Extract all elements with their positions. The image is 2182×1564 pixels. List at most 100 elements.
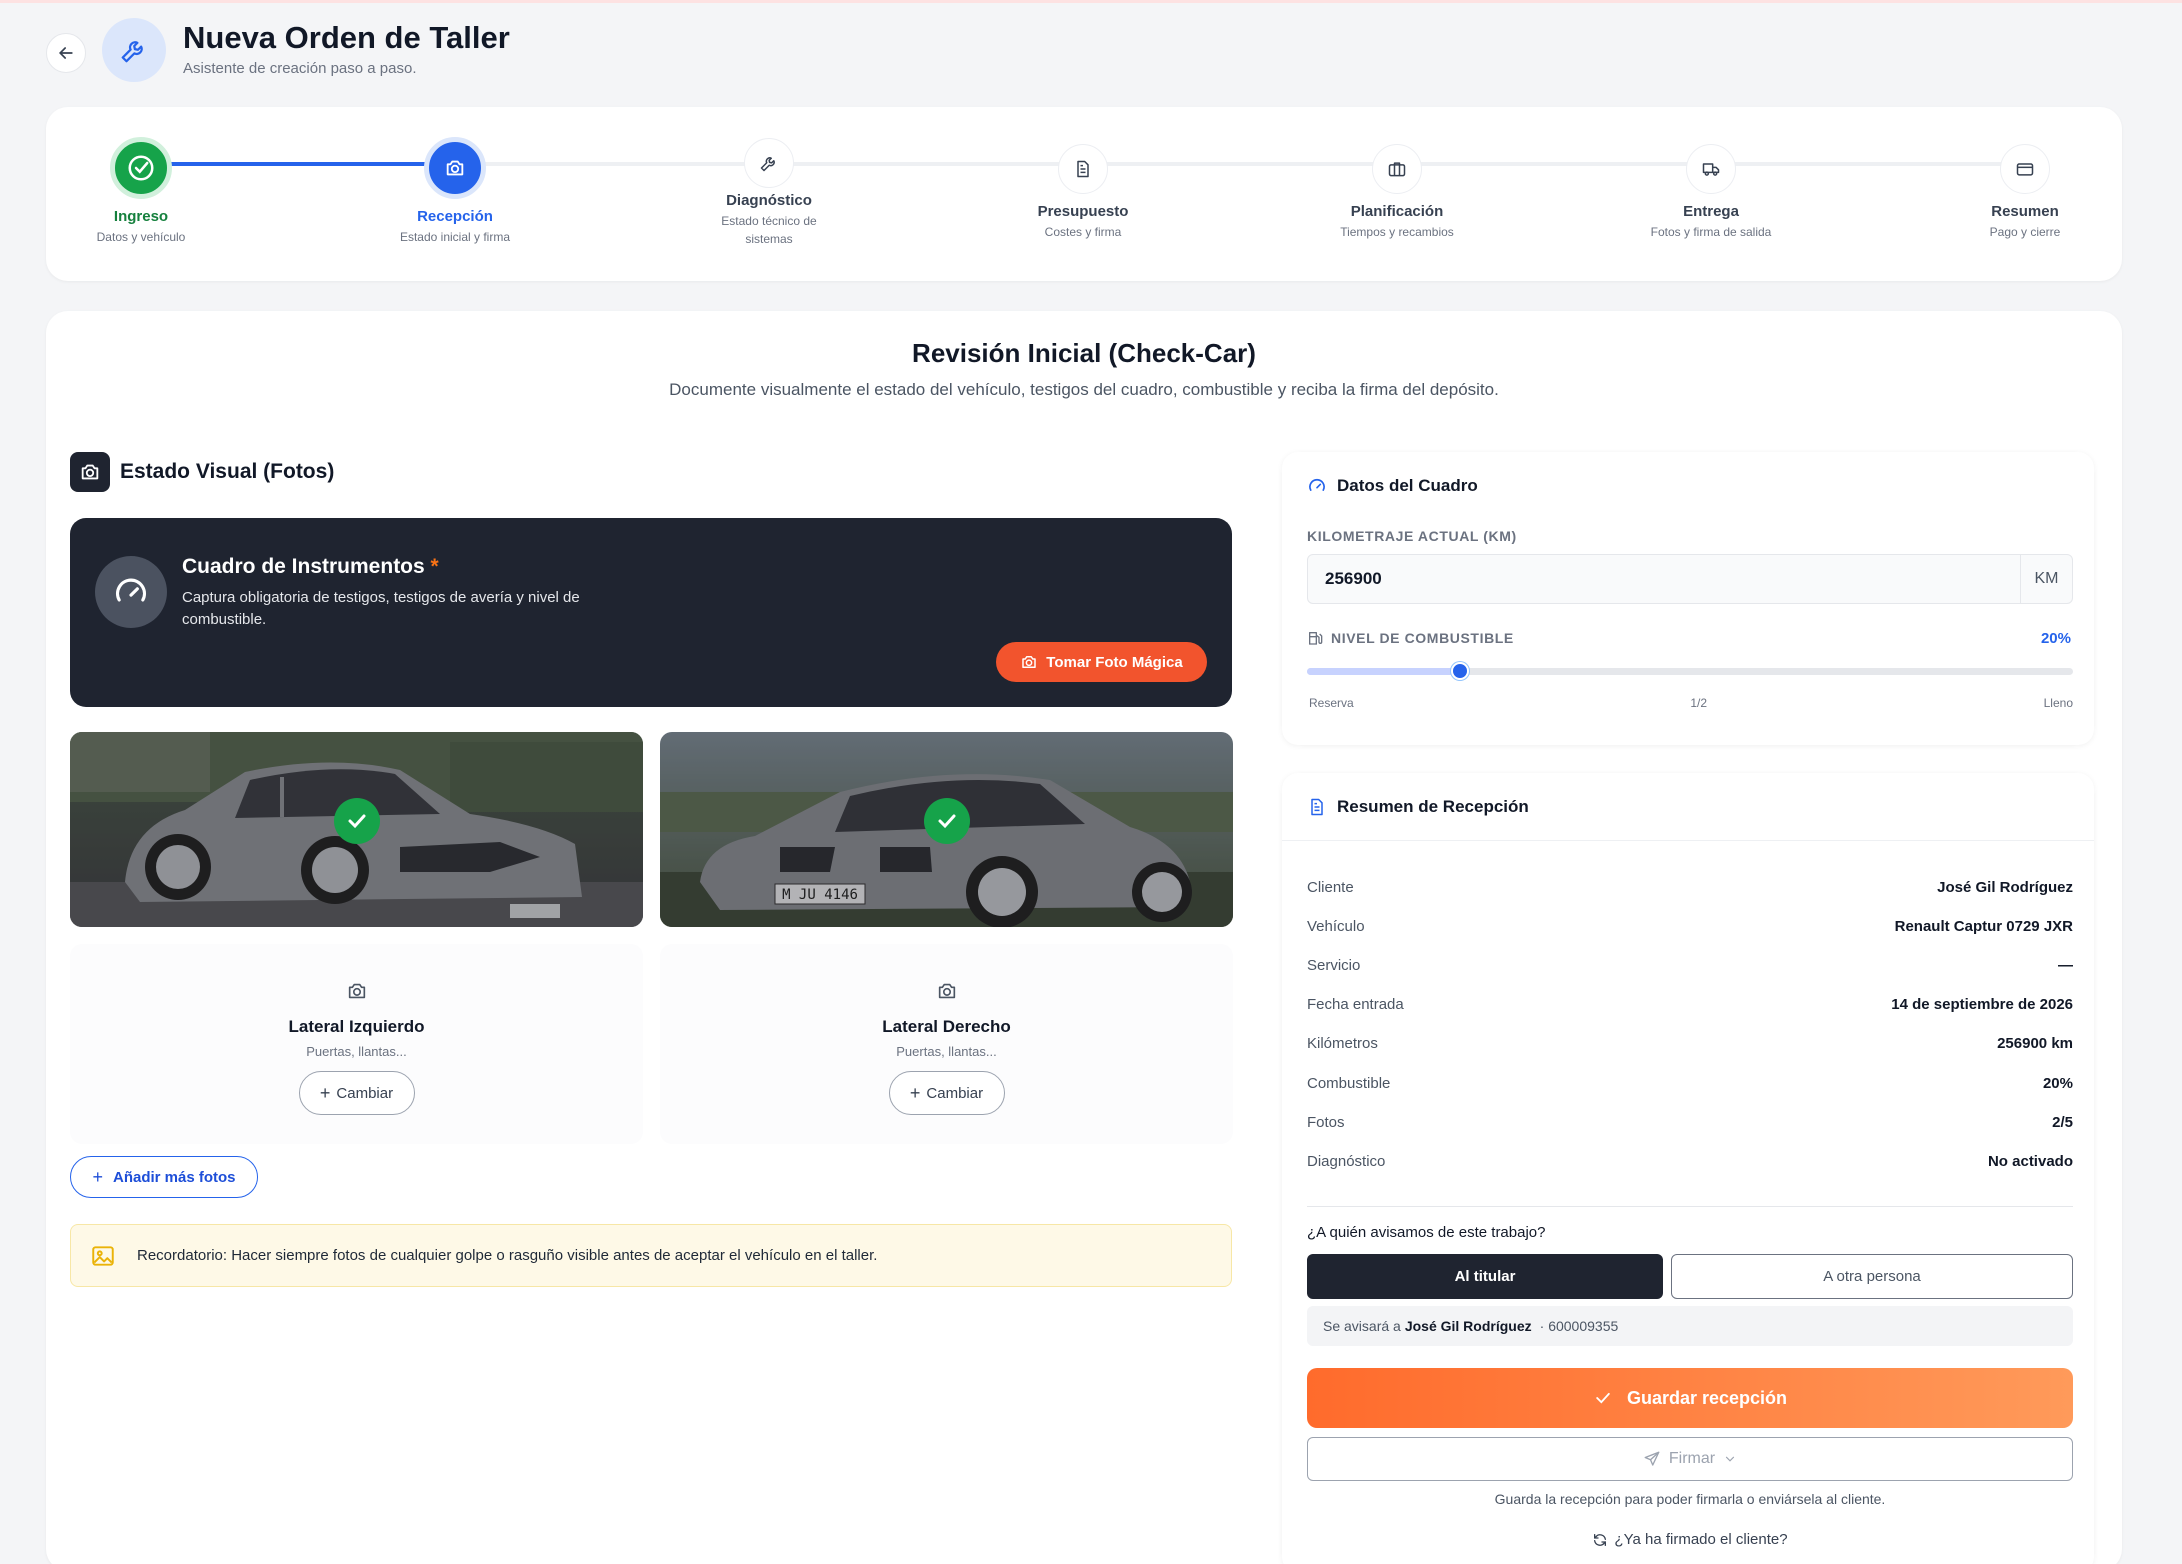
step-diagnostico[interactable]: Diagnóstico Estado técnico de sistemas (669, 134, 869, 248)
summary-value: 2/5 (2052, 1114, 2073, 1131)
step-label: Planificación (1350, 203, 1444, 220)
step-ingreso[interactable]: Ingreso Datos y vehículo (41, 137, 241, 246)
step-desc: Tiempos y recambios (1340, 225, 1454, 239)
camera-icon (938, 983, 955, 999)
plus-icon: + (909, 1082, 921, 1103)
summary-row: Kilómetros 256900 km (1307, 1035, 2073, 1052)
camera-icon (1022, 656, 1037, 668)
step-presupuesto[interactable]: Presupuesto Costes y firma (983, 140, 1183, 241)
change-photo-label: Cambiar (336, 1084, 394, 1102)
photo-slot-lateral-izquierdo: Lateral Izquierdo Puertas, llantas... + … (70, 944, 643, 1144)
step-circle (1372, 144, 1422, 194)
camera-icon (81, 464, 99, 480)
photos-section-header: Estado Visual (Fotos) (70, 452, 334, 492)
step-desc: Fotos y firma de salida (1650, 225, 1772, 239)
notify-question: ¿A quién avisamos de este trabajo? (1307, 1224, 1546, 1241)
required-mark: * (430, 555, 439, 578)
summary-key: Servicio (1307, 957, 1361, 974)
fuel-label-text: NIVEL DE COMBUSTIBLE (1331, 630, 1514, 646)
notify-titular-button[interactable]: Al titular (1307, 1254, 1663, 1299)
step-desc: Costes y firma (1044, 225, 1122, 239)
add-more-photos-button[interactable]: + Añadir más fotos (70, 1156, 258, 1198)
step-resumen[interactable]: Resumen Pago y cierre (1925, 140, 2125, 241)
step-label: Diagnóstico (726, 192, 812, 209)
step-circle (744, 138, 794, 188)
summary-key: Fotos (1307, 1114, 1345, 1131)
briefcase-icon (1388, 162, 1406, 177)
step-desc: Datos y vehículo (96, 230, 186, 244)
dashboard-photo-title: Cuadro de Instrumentos * (182, 555, 439, 579)
summary-value: — (2058, 957, 2073, 974)
photo-lateral-derecho[interactable]: M JU 4146 (660, 732, 1233, 927)
summary-row: Diagnóstico No activado (1307, 1153, 2073, 1170)
summary-divider (1307, 1206, 2073, 1207)
photo-check-badge (333, 797, 380, 844)
top-accent-line (0, 0, 2182, 3)
sign-button[interactable]: Firmar (1307, 1437, 2073, 1481)
slot-title: Lateral Izquierdo (288, 1017, 425, 1036)
wrench-icon (121, 41, 143, 63)
slot-subtitle: Puertas, llantas... (306, 1044, 407, 1059)
client-signed-link[interactable]: ¿Ya ha firmado el cliente? (1307, 1531, 2073, 1548)
summary-key: Vehículo (1307, 918, 1365, 935)
summary-key: Diagnóstico (1307, 1153, 1386, 1170)
dashboard-title-text: Cuadro de Instrumentos (182, 555, 425, 578)
summary-row: Cliente José Gil Rodríguez (1307, 879, 2073, 896)
document-icon (1077, 160, 1089, 178)
summary-row: Fotos 2/5 (1307, 1114, 2073, 1131)
fuel-slider-thumb[interactable] (1451, 662, 1470, 680)
notify-other-button[interactable]: A otra persona (1671, 1254, 2073, 1299)
camera-icon (446, 160, 464, 176)
summary-title: Resumen de Recepción (1337, 797, 1529, 816)
step-label: Recepción (417, 208, 493, 225)
step-entrega[interactable]: Entrega Fotos y firma de salida (1611, 140, 1811, 241)
summary-row: Vehículo Renault Captur 0729 JXR (1307, 918, 2073, 935)
reminder-banner: Recordatorio: Hacer siempre fotos de cua… (70, 1224, 1232, 1287)
summary-value: 256900 km (1997, 1035, 2073, 1052)
photo-check-badge (923, 797, 970, 844)
photo-lateral-izquierdo[interactable] (70, 732, 643, 927)
dashboard-photo-desc: Captura obligatoria de testigos, testigo… (182, 589, 580, 628)
notice-name: José Gil Rodríguez (1404, 1318, 1532, 1334)
page-title: Nueva Orden de Taller (183, 20, 510, 55)
summary-value: Renault Captur 0729 JXR (1894, 918, 2073, 935)
save-reception-button[interactable]: Guardar recepción (1307, 1368, 2073, 1428)
fuel-pump-icon (1309, 632, 1323, 645)
fuel-slider[interactable] (1307, 662, 2073, 680)
section-title: Revisión Inicial (Check-Car) (912, 338, 1256, 368)
chevron-down-icon (1726, 1456, 1735, 1462)
header-wrench-badge (102, 18, 166, 82)
dashboard-data-header: Datos del Cuadro (1307, 476, 1478, 496)
fuel-label: NIVEL DE COMBUSTIBLE (1307, 630, 1514, 646)
summary-value: No activado (1987, 1153, 2073, 1170)
refresh-icon (1594, 1533, 1607, 1546)
photos-section-title: Estado Visual (Fotos) (120, 460, 335, 483)
step-planificacion[interactable]: Planificación Tiempos y recambios (1297, 140, 1497, 241)
save-reception-label: Guardar recepción (1626, 1387, 1788, 1408)
plus-icon: + (319, 1082, 331, 1103)
summary-key: Combustible (1307, 1075, 1391, 1092)
back-button[interactable] (46, 33, 86, 73)
km-value[interactable]: 256900 (1308, 555, 2020, 603)
gauge-icon (115, 578, 147, 602)
km-input[interactable]: 256900 KM (1307, 554, 2073, 604)
card-icon (2016, 163, 2034, 176)
take-magic-photo-button[interactable]: Tomar Foto Mágica (996, 642, 1207, 682)
truck-icon (1702, 163, 1720, 176)
change-photo-button[interactable]: + Cambiar (298, 1071, 415, 1115)
step-recepcion[interactable]: Recepción Estado inicial y firma (355, 137, 555, 246)
summary-divider (1282, 840, 2094, 841)
dashboard-data-title: Datos del Cuadro (1337, 476, 1478, 495)
change-photo-button[interactable]: + Cambiar (888, 1071, 1005, 1115)
step-label: Resumen (1991, 203, 2059, 220)
summary-key: Kilómetros (1307, 1035, 1378, 1052)
gauge-icon (1309, 478, 1325, 491)
sign-label: Firmar (1668, 1450, 1716, 1467)
slot-title: Lateral Derecho (882, 1017, 1011, 1036)
camera-icon (348, 983, 365, 999)
step-label: Presupuesto (1037, 203, 1129, 220)
notice-prefix: Se avisará a (1323, 1318, 1401, 1334)
slot-camera (343, 977, 371, 1005)
gauge-badge (95, 556, 167, 628)
summary-key: Fecha entrada (1307, 996, 1404, 1013)
